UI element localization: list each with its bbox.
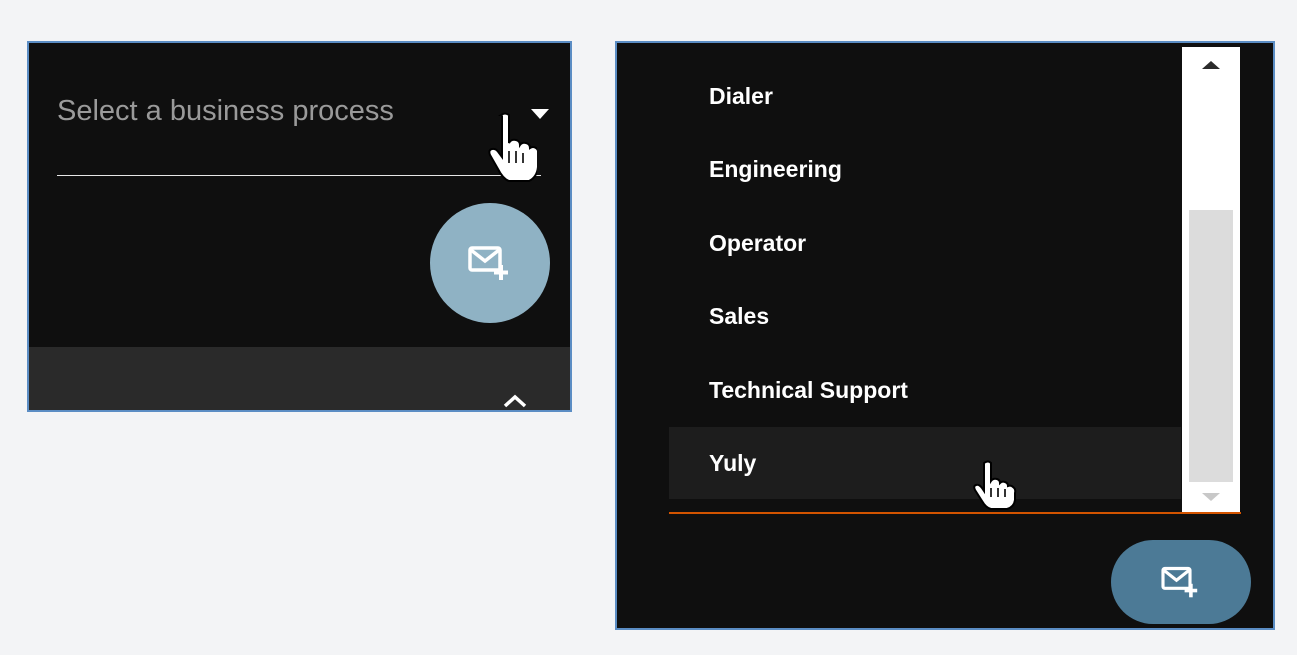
scroll-down-arrow-icon[interactable] [1202, 493, 1220, 501]
business-process-panel-expanded: Dialer Engineering Operator Sales Techni… [615, 41, 1275, 630]
business-process-panel-collapsed: Select a business process [27, 41, 572, 412]
hand-cursor-icon [973, 460, 1017, 510]
option-sales[interactable]: Sales [669, 280, 1181, 352]
option-engineering[interactable]: Engineering [669, 133, 1181, 205]
option-dialer[interactable]: Dialer [669, 60, 1181, 132]
list-scrollbar[interactable] [1182, 47, 1240, 512]
business-process-select[interactable]: Select a business process [57, 83, 549, 176]
option-technical-support[interactable]: Technical Support [669, 354, 1181, 426]
business-process-options-list: Dialer Engineering Operator Sales Techni… [669, 43, 1187, 515]
mail-add-icon [468, 246, 508, 280]
new-email-button[interactable] [1111, 540, 1251, 624]
option-yuly[interactable]: Yuly [669, 427, 1181, 499]
select-active-underline [669, 512, 1241, 514]
bottom-bar [29, 347, 570, 410]
scrollbar-thumb[interactable] [1189, 210, 1233, 482]
mail-add-icon [1161, 566, 1198, 598]
hand-cursor-icon [488, 112, 537, 182]
chevron-up-icon[interactable] [502, 393, 528, 409]
option-operator[interactable]: Operator [669, 207, 1181, 279]
new-email-button[interactable] [430, 203, 550, 323]
scroll-up-arrow-icon[interactable] [1202, 61, 1220, 69]
select-placeholder: Select a business process [57, 95, 394, 127]
